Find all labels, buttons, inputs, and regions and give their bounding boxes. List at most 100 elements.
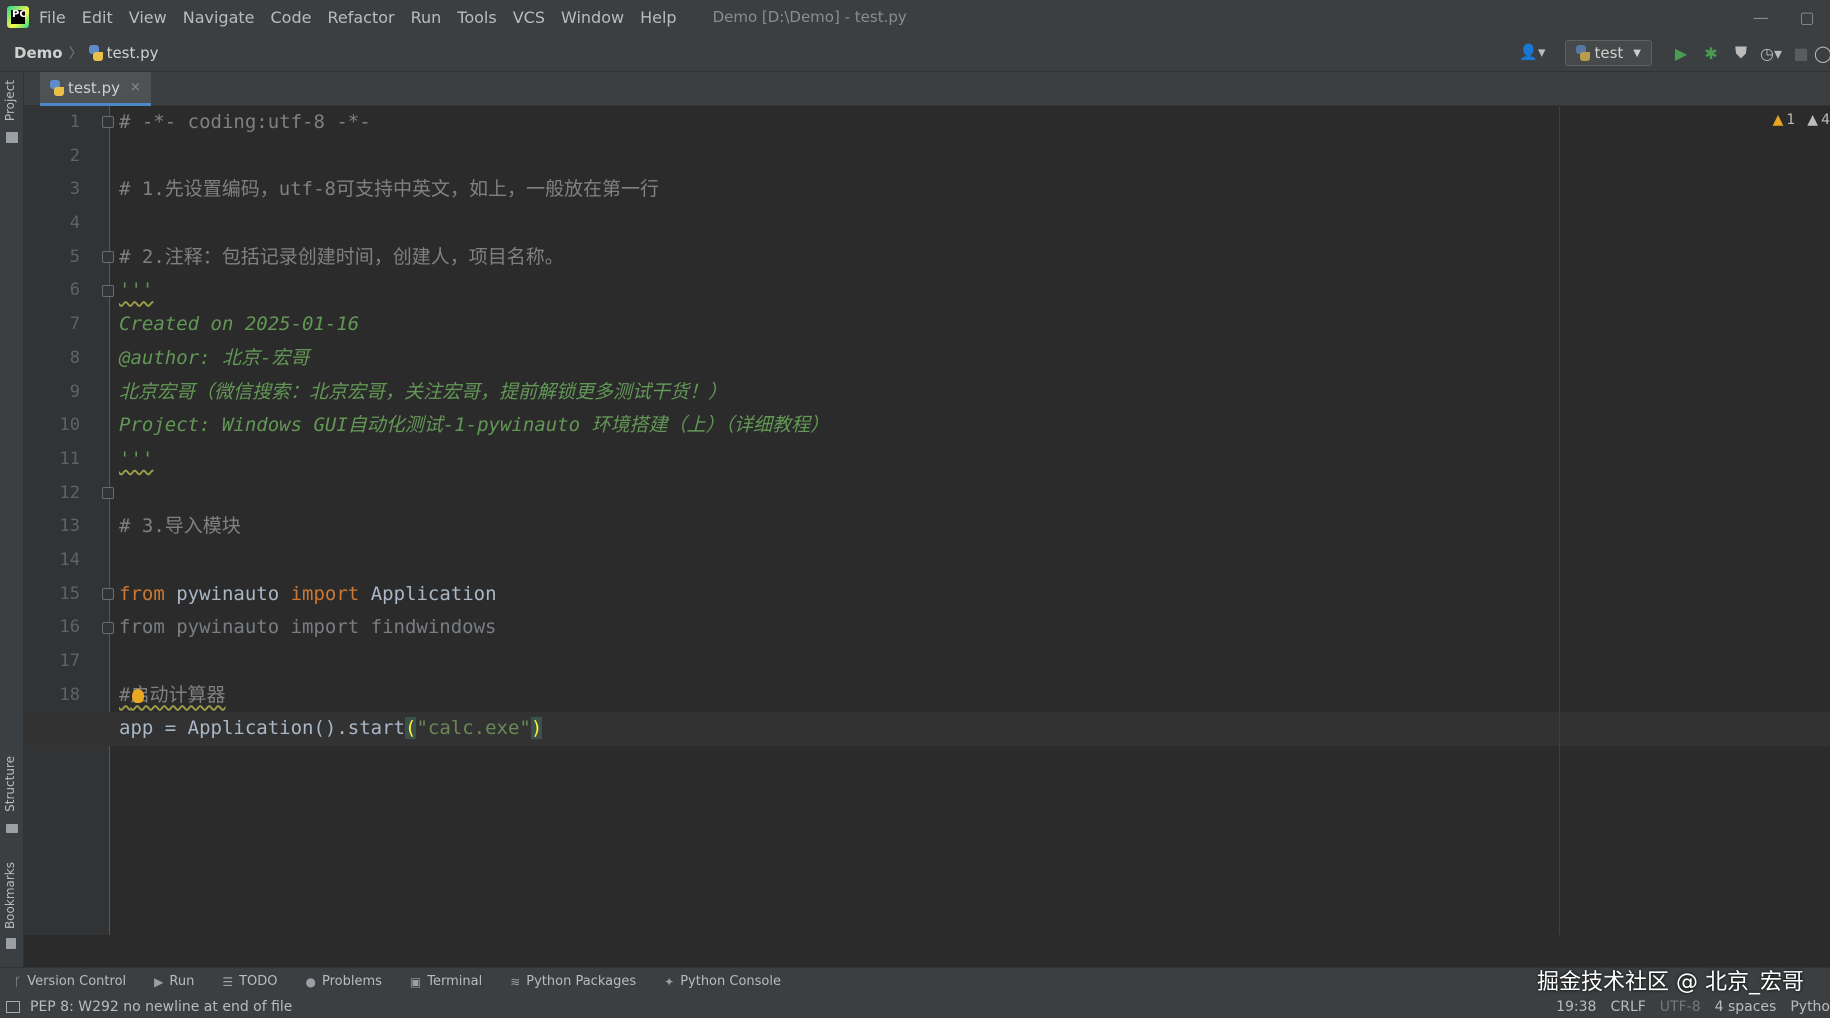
code-line-8: @author: 北京-宏哥 xyxy=(119,346,310,369)
line-number: 17 xyxy=(59,651,80,671)
breadcrumb-separator-icon: 〉 xyxy=(68,45,83,62)
menu-code[interactable]: Code xyxy=(271,8,312,27)
code-line-7: Created on 2025-01-16 xyxy=(119,313,360,336)
menu-file[interactable]: File xyxy=(39,8,66,27)
run-icon[interactable]: ▶ xyxy=(1666,41,1696,65)
run-tool-button[interactable]: ▶ Run xyxy=(154,974,194,989)
todo-tool-button[interactable]: ☰ TODO xyxy=(222,974,277,989)
coverage-icon[interactable]: ⛊ xyxy=(1726,41,1756,65)
line-separator[interactable]: CRLF xyxy=(1610,999,1645,1015)
fold-marker-icon[interactable] xyxy=(102,116,114,128)
code-line-1: # -*- coding:utf-8 -*- xyxy=(119,111,371,133)
structure-tool-button[interactable]: Structure xyxy=(3,756,17,812)
profile-icon[interactable]: ◷▾ xyxy=(1756,41,1786,65)
line-number: 5 xyxy=(69,246,80,267)
code-line-11: ''' xyxy=(119,447,154,470)
info-circle-icon: ● xyxy=(305,974,316,989)
bookmark-icon xyxy=(6,938,16,949)
branch-icon: ᚴ xyxy=(14,974,22,989)
menu-view[interactable]: View xyxy=(129,8,167,27)
breadcrumb-project[interactable]: Demo xyxy=(14,44,63,62)
fold-marker-icon[interactable] xyxy=(102,251,114,263)
window-controls: — ▢ xyxy=(1738,0,1830,34)
line-numbers: 1 2 3 4 5 6 7 8 9 10 11 12 13 14 15 16 1… xyxy=(24,106,80,746)
menu-window[interactable]: Window xyxy=(561,8,624,27)
line-number: 13 xyxy=(59,516,80,537)
inspection-widget[interactable]: ▲ 1 ▲ 4 xyxy=(1773,112,1830,128)
line-number: 6 xyxy=(69,280,80,301)
fold-marker-icon[interactable] xyxy=(102,588,114,600)
stop-icon[interactable]: ■ xyxy=(1786,41,1816,65)
breadcrumb-file[interactable]: test.py xyxy=(107,44,159,62)
warning-icon: ▲ xyxy=(1772,112,1784,128)
python-packages-tool-button[interactable]: ≋ Python Packages xyxy=(510,974,636,989)
code-line-6: ''' xyxy=(119,279,154,302)
weak-warning-count: 4 xyxy=(1821,112,1830,128)
close-icon[interactable]: × xyxy=(130,80,141,95)
bookmarks-tool-button[interactable]: Bookmarks xyxy=(3,862,17,929)
fold-marker-icon[interactable] xyxy=(102,622,114,634)
tab-test-py[interactable]: test.py × xyxy=(40,72,151,106)
line-number: 18 xyxy=(59,684,80,705)
run-configuration-label: test xyxy=(1594,44,1624,62)
menu-vcs[interactable]: VCS xyxy=(513,8,545,27)
status-bar: PEP 8: W292 no newline at end of file 19… xyxy=(0,995,1830,1018)
play-icon: ▶ xyxy=(154,974,164,989)
line-number: 14 xyxy=(59,549,80,570)
run-toolbar: 👤▾ test ▼ ▶ ✱ ⛊ ◷▾ ■ ◯ xyxy=(1517,34,1830,72)
structure-icon xyxy=(6,824,18,833)
menu-run[interactable]: Run xyxy=(411,8,442,27)
line-number: 10 xyxy=(59,415,80,436)
menu-navigate[interactable]: Navigate xyxy=(183,8,255,27)
menu-tools[interactable]: Tools xyxy=(457,8,496,27)
file-encoding[interactable]: UTF-8 xyxy=(1660,999,1701,1015)
intention-bulb-icon[interactable] xyxy=(132,688,144,703)
line-number: 3 xyxy=(69,179,80,200)
terminal-tool-button[interactable]: ▣ Terminal xyxy=(410,974,482,989)
python-config-icon xyxy=(1576,45,1591,61)
menu-edit[interactable]: Edit xyxy=(82,8,113,27)
line-number: 7 xyxy=(69,314,80,335)
debug-icon[interactable]: ✱ xyxy=(1696,41,1726,65)
status-widgets: 19:38 CRLF UTF-8 4 spaces Pytho xyxy=(1556,995,1830,1018)
menu-help[interactable]: Help xyxy=(640,8,676,27)
code-line-18: #启动计算器 xyxy=(119,683,226,706)
user-account-icon[interactable]: 👤▾ xyxy=(1517,43,1547,63)
version-control-tool-button[interactable]: ᚴ Version Control xyxy=(14,974,126,989)
line-number: 8 xyxy=(69,347,80,368)
python-file-icon xyxy=(88,44,103,61)
folder-icon xyxy=(6,132,18,143)
python-interpreter[interactable]: Pytho xyxy=(1790,999,1830,1015)
left-tool-strip: Project Structure Bookmarks xyxy=(0,72,24,967)
code-line-15: from pywinauto import Application xyxy=(119,582,497,605)
fold-marker-icon[interactable] xyxy=(102,285,114,297)
python-console-tool-button[interactable]: ✦ Python Console xyxy=(664,974,781,989)
menu-bar: PC File Edit View Navigate Code Refactor… xyxy=(0,0,1830,34)
line-number: 9 xyxy=(69,381,80,402)
caret-position[interactable]: 19:38 xyxy=(1556,999,1596,1015)
status-message[interactable]: PEP 8: W292 no newline at end of file xyxy=(30,999,292,1015)
minimize-button[interactable]: — xyxy=(1738,8,1784,27)
search-everywhere-icon[interactable]: ◯ xyxy=(1814,41,1830,65)
code-line-5: # 2.注释：包括记录创建时间，创建人，项目名称。 xyxy=(119,245,564,268)
line-number: 12 xyxy=(59,482,80,503)
line-number: 2 xyxy=(69,145,80,166)
layout-toggle-icon[interactable] xyxy=(6,1000,20,1013)
weak-warning-icon: ▲ xyxy=(1807,112,1819,128)
run-configuration-select[interactable]: test ▼ xyxy=(1565,40,1652,66)
project-tool-button[interactable]: Project xyxy=(3,80,17,121)
editor-tab-bar: test.py × xyxy=(24,72,1830,106)
python-icon: ✦ xyxy=(664,974,675,989)
layers-icon: ≋ xyxy=(510,974,521,989)
code-area[interactable]: # -*- coding:utf-8 -*- # 1.先设置编码，utf-8可支… xyxy=(24,106,1830,747)
menu-refactor[interactable]: Refactor xyxy=(327,8,394,27)
warning-count: 1 xyxy=(1786,112,1796,128)
code-editor[interactable]: 1 2 3 4 5 6 7 8 9 10 11 12 13 14 15 16 1… xyxy=(24,106,1830,935)
maximize-button[interactable]: ▢ xyxy=(1784,8,1830,27)
problems-tool-button[interactable]: ● Problems xyxy=(306,974,382,989)
fold-marker-icon[interactable] xyxy=(102,487,114,499)
line-number: 4 xyxy=(69,213,80,234)
indent-setting[interactable]: 4 spaces xyxy=(1715,999,1777,1015)
